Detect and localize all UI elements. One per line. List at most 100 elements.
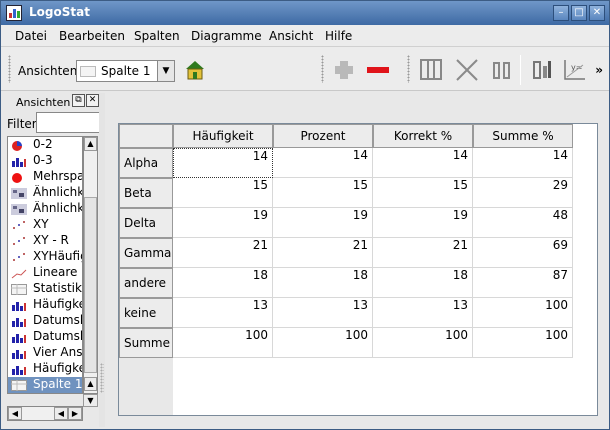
table-corner[interactable]	[119, 124, 173, 148]
table-cell[interactable]: 100	[173, 328, 273, 358]
table-cell[interactable]: 19	[273, 208, 373, 238]
row-header[interactable]: Gamma	[119, 238, 173, 268]
menu-ansicht[interactable]: Ansicht	[269, 29, 313, 43]
menu-diagramme[interactable]: Diagramme	[191, 29, 262, 43]
menu-spalten[interactable]: Spalten	[134, 29, 180, 43]
data-table[interactable]: Häufigkeit Prozent Korrekt % Summe % Alpha 14…	[118, 123, 598, 416]
list-item[interactable]: Häufigke	[8, 297, 82, 313]
table-cell[interactable]: 14	[473, 148, 573, 178]
table-cell[interactable]: 69	[473, 238, 573, 268]
row-header[interactable]: Summe	[119, 328, 173, 358]
view-combo[interactable]: Spalte 1 ▼	[76, 60, 175, 82]
split-column-button[interactable]	[489, 57, 515, 83]
table-cell[interactable]: 15	[373, 178, 473, 208]
table-cell[interactable]: 18	[273, 268, 373, 298]
table-cell[interactable]: 14	[173, 148, 273, 178]
table-cell[interactable]: 21	[273, 238, 373, 268]
views-list-vscrollbar[interactable]: ▲ ▲	[83, 136, 98, 394]
toolbar-grip[interactable]	[321, 55, 324, 83]
table-cell[interactable]: 19	[373, 208, 473, 238]
table-cell[interactable]: 21	[173, 238, 273, 268]
chevron-down-icon[interactable]: ▼	[157, 61, 174, 81]
list-item[interactable]: Datumsh	[8, 329, 82, 345]
list-item[interactable]: XYHäufig	[8, 249, 82, 265]
table-cell[interactable]: 29	[473, 178, 573, 208]
formula-button[interactable]: y=	[561, 57, 587, 83]
filter-input[interactable]	[36, 112, 100, 133]
column-header[interactable]: Prozent	[273, 124, 373, 148]
row-header[interactable]: keine	[119, 298, 173, 328]
table-cell[interactable]: 15	[173, 178, 273, 208]
list-item-label: Lineare F	[33, 265, 83, 279]
list-item[interactable]: 0-2	[8, 137, 82, 153]
table-cell[interactable]: 48	[473, 208, 573, 238]
table-cell[interactable]: 18	[173, 268, 273, 298]
table-cell[interactable]: 13	[173, 298, 273, 328]
maximize-button[interactable]: □	[571, 5, 587, 21]
dock-float-button[interactable]: ⧉	[72, 94, 85, 107]
table-cell[interactable]: 21	[373, 238, 473, 268]
red-dot-icon	[11, 172, 27, 183]
menu-hilfe[interactable]: Hilfe	[325, 29, 352, 43]
toolbar-overflow-button[interactable]: »	[595, 63, 603, 77]
dock-splitter[interactable]	[99, 93, 105, 427]
bar-chart-icon	[11, 300, 27, 311]
table-cell[interactable]: 18	[373, 268, 473, 298]
column-header[interactable]: Summe %	[473, 124, 573, 148]
table-cell[interactable]: 15	[273, 178, 373, 208]
table-cell[interactable]: 100	[473, 298, 573, 328]
views-list-hscrollbar[interactable]: ◀ ◀ ▶	[7, 406, 83, 421]
menu-bearbeiten[interactable]: Bearbeiten	[59, 29, 125, 43]
list-item[interactable]: Ähnlichk	[8, 201, 82, 217]
add-row-button[interactable]	[331, 57, 357, 83]
row-header[interactable]: Beta	[119, 178, 173, 208]
list-item[interactable]: Vier Ans	[8, 345, 82, 361]
list-item-label: 0-2	[33, 137, 53, 151]
toolbar-grip[interactable]	[8, 55, 11, 83]
delete-column-button[interactable]	[454, 57, 480, 83]
toolbar-grip[interactable]	[407, 55, 410, 83]
table-view-button[interactable]	[418, 57, 444, 83]
table-cell[interactable]: 87	[473, 268, 573, 298]
line-plot-icon	[11, 268, 27, 279]
close-button[interactable]: ✕	[589, 5, 605, 21]
minimize-button[interactable]: –	[553, 5, 569, 21]
home-button[interactable]	[182, 57, 208, 83]
column-header[interactable]: Korrekt %	[373, 124, 473, 148]
views-list[interactable]: 0-2 0-3 Mehrspa Ähnlichk Ähnlichk XY XY - R XYH…	[7, 136, 83, 394]
scroll-left-button[interactable]: ◀	[54, 407, 68, 420]
scroll-thumb[interactable]	[84, 197, 97, 373]
table-cell[interactable]: 13	[273, 298, 373, 328]
scroll-left-button[interactable]: ◀	[8, 407, 22, 420]
chart-column-button[interactable]	[529, 57, 555, 83]
scroll-right-button[interactable]: ▶	[68, 407, 82, 420]
table-cell[interactable]: 100	[473, 328, 573, 358]
title-bar[interactable]: LogoStat – □ ✕	[1, 1, 609, 25]
row-header[interactable]: Delta	[119, 208, 173, 238]
row-header[interactable]: andere	[119, 268, 173, 298]
table-cell[interactable]: 19	[173, 208, 273, 238]
table-cell[interactable]: 14	[373, 148, 473, 178]
scroll-up-button[interactable]: ▲	[84, 377, 97, 391]
list-item[interactable]: Ähnlichk	[8, 185, 82, 201]
scroll-up-button[interactable]: ▲	[84, 137, 97, 151]
table-cell[interactable]: 100	[373, 328, 473, 358]
scroll-down-button[interactable]: ▼	[83, 394, 98, 407]
dock-close-button[interactable]: ✕	[86, 94, 99, 107]
list-item[interactable]: Statistikta	[8, 281, 82, 297]
table-cell[interactable]: 100	[273, 328, 373, 358]
list-item[interactable]: Datumsh	[8, 313, 82, 329]
list-item[interactable]: Lineare F	[8, 265, 83, 281]
list-item[interactable]: Mehrspa	[8, 169, 82, 185]
list-item[interactable]: Häufigke	[8, 361, 82, 377]
remove-row-button[interactable]	[365, 57, 391, 83]
list-item[interactable]: Spalte 1	[8, 377, 82, 393]
row-header[interactable]: Alpha	[119, 148, 173, 178]
column-header[interactable]: Häufigkeit	[173, 124, 273, 148]
table-cell[interactable]: 13	[373, 298, 473, 328]
list-item[interactable]: XY	[8, 217, 82, 233]
list-item[interactable]: 0-3	[8, 153, 82, 169]
table-cell[interactable]: 14	[273, 148, 373, 178]
list-item[interactable]: XY - R	[8, 233, 82, 249]
menu-datei[interactable]: Datei	[15, 29, 47, 43]
